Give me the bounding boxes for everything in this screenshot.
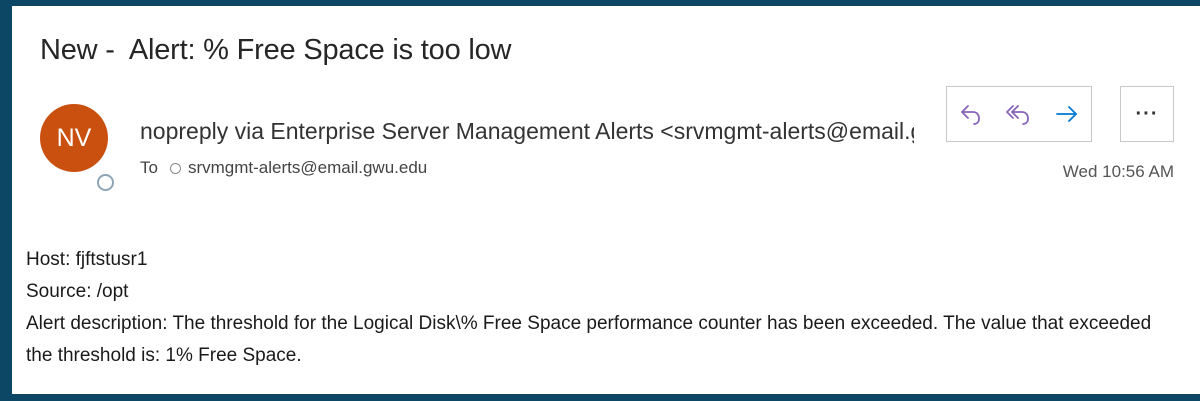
email-reading-pane: New - Alert: % Free Space is too low NV … (12, 6, 1200, 394)
recipient-line: To srvmgmt-alerts@email.gwu.edu (140, 158, 427, 178)
email-subject: New - Alert: % Free Space is too low (40, 34, 512, 66)
reply-all-icon (1006, 105, 1029, 125)
body-host-line: Host: fjftstusr1 (26, 249, 148, 270)
recipient-address[interactable]: srvmgmt-alerts@email.gwu.edu (188, 158, 427, 178)
to-label: To (140, 158, 158, 177)
reply-button[interactable] (947, 87, 995, 141)
more-actions-button[interactable]: ··· (1120, 86, 1174, 142)
forward-button[interactable] (1043, 87, 1091, 141)
reply-icon (961, 105, 980, 125)
presence-status-icon (97, 174, 114, 191)
sender-name[interactable]: nopreply via Enterprise Server Managemen… (140, 118, 914, 145)
body-description: Alert description: The threshold for the… (26, 313, 1152, 366)
avatar-initials: NV (56, 123, 92, 152)
sender-avatar[interactable]: NV (40, 104, 108, 172)
body-source-line: Source: /opt (26, 281, 129, 302)
reply-all-button[interactable] (995, 87, 1043, 141)
forward-icon (1056, 106, 1077, 122)
email-body: Host: fjftstusr1 Source: /opt Alert desc… (26, 244, 1166, 372)
recipient-presence-icon (169, 162, 181, 174)
message-action-group (946, 86, 1092, 142)
received-timestamp: Wed 10:56 AM (1062, 162, 1174, 181)
